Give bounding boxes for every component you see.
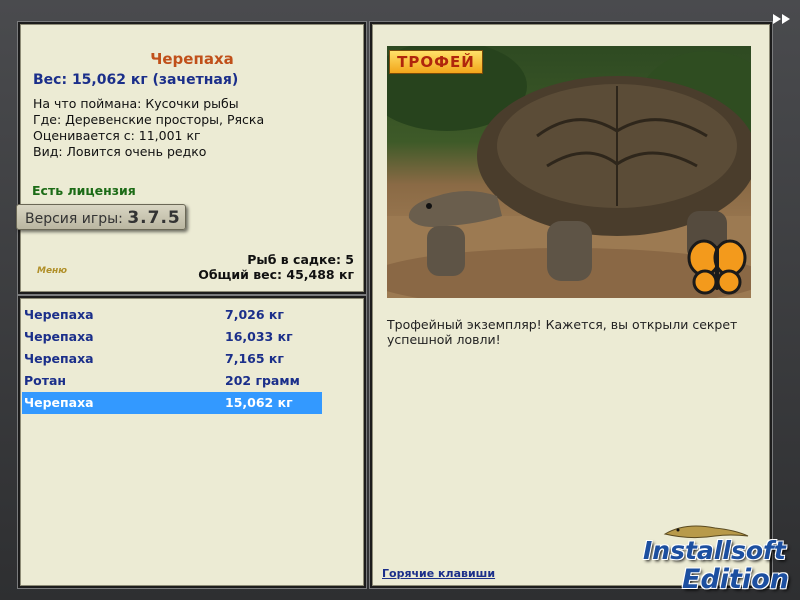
catch-row[interactable]: Черепаха 16,033 кг	[22, 326, 322, 348]
catch-list-panel: Черепаха 7,026 кг Черепаха 16,033 кг Чер…	[18, 296, 366, 588]
menu-button[interactable]: Меню	[37, 266, 67, 276]
location-info: Где: Деревенские просторы, Ряска	[33, 112, 265, 127]
fish-photo: ТРОФЕЙ	[387, 46, 751, 298]
watermark-line2: Edition	[682, 564, 789, 595]
catch-list: Черепаха 7,026 кг Черепаха 16,033 кг Чер…	[22, 304, 322, 414]
catch-row[interactable]: Черепаха 7,026 кг	[22, 304, 322, 326]
catch-weight: 202 грамм	[225, 373, 300, 388]
fast-forward-icon[interactable]	[772, 10, 792, 29]
version-label: Версия игры:	[25, 211, 123, 227]
catch-weight: 7,165 кг	[225, 351, 284, 366]
version-badge: Версия игры: 3.7.5	[16, 204, 186, 230]
catch-row-selected[interactable]: Черепаха 15,062 кг	[22, 392, 322, 414]
trophy-description: Трофейный экземпляр! Кажется, вы открыли…	[387, 317, 738, 347]
installsoft-watermark: Installsoft Edition	[640, 520, 800, 600]
fish-count: Рыб в садке: 5	[247, 252, 354, 267]
trophy-detail-panel: ТРОФЕЙ Трофейный экземпляр! Кажется, вы …	[370, 22, 772, 588]
trophy-badge: ТРОФЕЙ	[389, 50, 483, 74]
catch-name: Черепаха	[24, 351, 94, 366]
catch-weight: 16,033 кг	[225, 329, 293, 344]
watermark-line1: Installsoft	[643, 536, 786, 565]
rarity-info: Вид: Ловится очень редко	[33, 144, 207, 159]
catch-name: Черепаха	[24, 395, 94, 410]
hotkeys-link[interactable]: Горячие клавиши	[382, 567, 495, 580]
fish-info-panel: Черепаха Вес: 15,062 кг (зачетная) На чт…	[16, 22, 366, 294]
catch-weight: 15,062 кг	[225, 395, 293, 410]
valued-from-info: Оценивается с: 11,001 кг	[33, 128, 201, 143]
catch-row[interactable]: Ротан 202 грамм	[22, 370, 322, 392]
version-number: 3.7.5	[127, 208, 181, 228]
fish-name-title: Черепаха	[150, 50, 234, 68]
catch-weight: 7,026 кг	[225, 307, 284, 322]
catch-name: Ротан	[24, 373, 67, 388]
bait-info: На что поймана: Кусочки рыбы	[33, 96, 239, 111]
catch-name: Черепаха	[24, 329, 94, 344]
catch-name: Черепаха	[24, 307, 94, 322]
catch-row[interactable]: Черепаха 7,165 кг	[22, 348, 322, 370]
total-weight: Общий вес: 45,488 кг	[198, 267, 354, 282]
license-status: Есть лицензия	[32, 183, 136, 198]
fish-weight: Вес: 15,062 кг (зачетная)	[33, 72, 239, 88]
